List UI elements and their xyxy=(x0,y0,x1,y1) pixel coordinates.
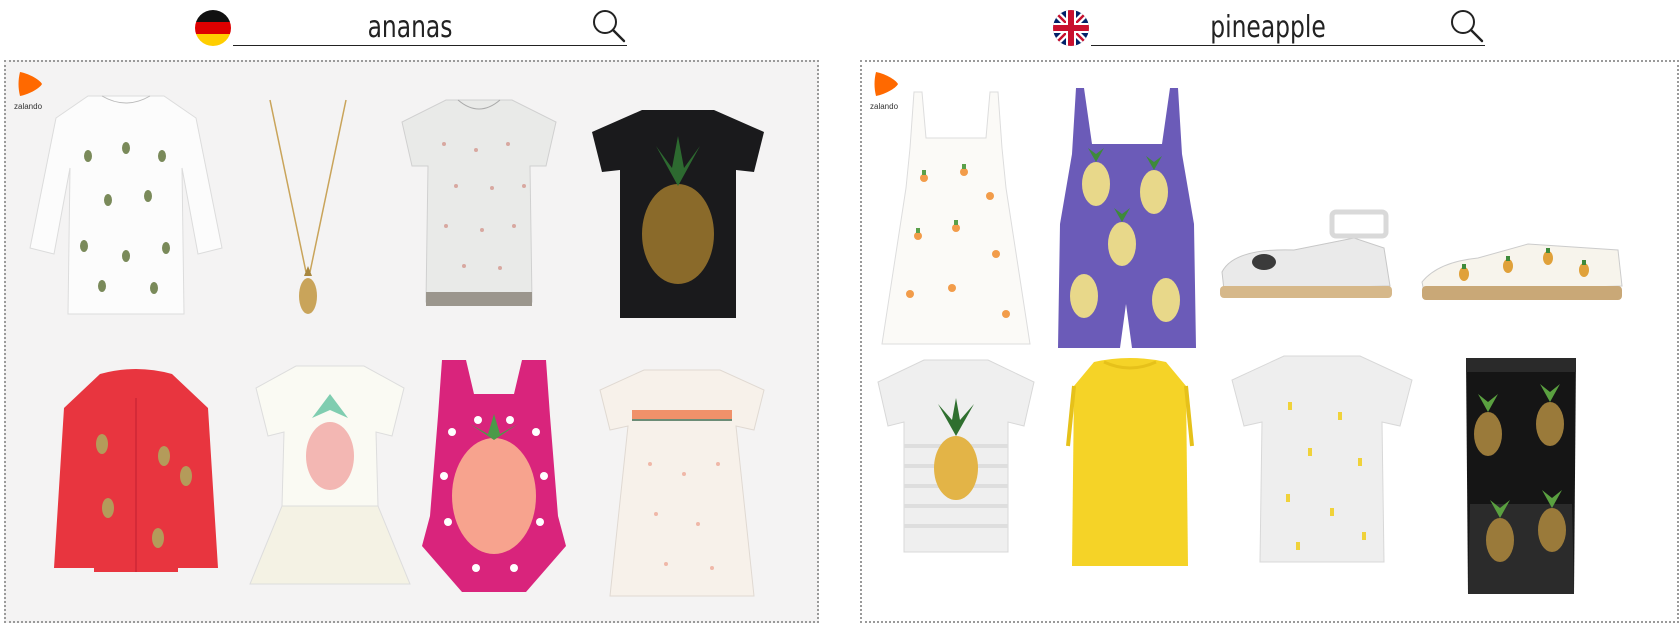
product-grey-small-pineapples-tee[interactable] xyxy=(1226,352,1418,566)
product-silver-espadrille-sandal[interactable] xyxy=(1214,208,1398,304)
product-cream-smocked-top[interactable] xyxy=(594,364,770,604)
search-bar-english[interactable]: pineapple xyxy=(1053,8,1485,52)
search-icon[interactable] xyxy=(1449,8,1485,44)
product-pineapple-espadrille-slip-on[interactable] xyxy=(1418,240,1624,306)
search-query-english[interactable]: pineapple xyxy=(1130,10,1406,45)
product-pink-pineapple-swimsuit[interactable] xyxy=(418,356,570,618)
product-white-top-pineapples[interactable] xyxy=(26,88,226,320)
product-yellow-ruffle-top[interactable] xyxy=(1064,356,1196,570)
product-black-gold-pineapple-tee[interactable] xyxy=(586,106,770,324)
search-bar-german[interactable]: ananas xyxy=(195,8,627,52)
product-black-mesh-pineapple-skirt[interactable] xyxy=(1456,354,1586,600)
product-white-pineapple-sundress[interactable] xyxy=(880,88,1032,350)
uk-flag-icon xyxy=(1053,10,1089,46)
search-icon[interactable] xyxy=(591,8,627,44)
product-purple-pineapple-playsuit[interactable] xyxy=(1054,84,1200,354)
panel-english: pineapple zalando xyxy=(858,0,1679,626)
product-grey-pineapple-tee[interactable] xyxy=(396,96,562,308)
results-grid-german: zalando xyxy=(4,60,819,623)
product-striped-sequin-pineapple-tee[interactable] xyxy=(872,356,1040,556)
product-white-tutu-pineapple-dress[interactable] xyxy=(246,360,414,592)
search-underline xyxy=(233,45,627,46)
product-pineapple-necklace[interactable] xyxy=(260,96,356,336)
results-grid-english: zalando xyxy=(860,60,1679,623)
product-red-kids-hoodie[interactable] xyxy=(46,368,226,578)
search-underline xyxy=(1091,45,1485,46)
germany-flag-icon xyxy=(195,10,231,46)
panel-german: ananas zalando xyxy=(0,0,823,626)
search-query-german[interactable]: ananas xyxy=(272,10,548,45)
